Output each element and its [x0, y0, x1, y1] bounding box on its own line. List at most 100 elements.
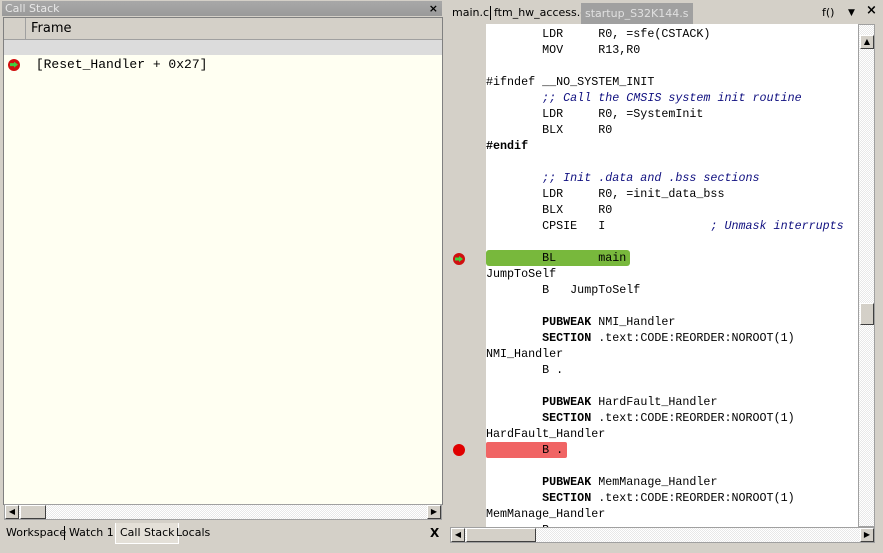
- tab-startup-s32k144-s[interactable]: startup_S32K144.s: [581, 3, 693, 25]
- code-text: LDR R0, =init_data_bss: [486, 187, 725, 201]
- tab-workspace[interactable]: Workspace: [6, 526, 66, 540]
- code-line[interactable]: [486, 458, 844, 474]
- comment: ;; Init .data and .bss sections: [542, 171, 760, 185]
- tab-ftm-hw-access-c[interactable]: ftm_hw_access.c: [490, 6, 586, 20]
- keyword: PUBWEAK: [542, 395, 592, 409]
- tab-watch-1[interactable]: Watch 1: [64, 526, 114, 540]
- code-line[interactable]: CPSIE I ; Unmask interrupts: [486, 218, 844, 234]
- code-text: CPSIE I: [486, 219, 711, 233]
- code-line[interactable]: JumpToSelf: [486, 266, 844, 282]
- code-line[interactable]: [486, 378, 844, 394]
- code-line[interactable]: NMI_Handler: [486, 346, 844, 362]
- code-text: JumpToSelf: [486, 267, 557, 281]
- code-line[interactable]: MemManage_Handler: [486, 506, 844, 522]
- tab-main-c[interactable]: main.c: [452, 6, 489, 20]
- close-icon[interactable]: X: [430, 526, 439, 540]
- horizontal-scrollbar[interactable]: ◀ ▶: [4, 504, 442, 520]
- scroll-thumb[interactable]: [860, 303, 874, 325]
- close-icon[interactable]: ×: [866, 4, 877, 18]
- code-line[interactable]: LDR R0, =init_data_bss: [486, 186, 844, 202]
- code-text: NMI_Handler: [486, 347, 564, 361]
- code-line[interactable]: [486, 234, 844, 250]
- code-line[interactable]: #endif: [486, 138, 844, 154]
- chevron-down-icon[interactable]: ▼: [848, 6, 855, 20]
- keyword: PUBWEAK: [542, 315, 592, 329]
- scroll-left-button[interactable]: ◀: [5, 505, 19, 519]
- scroll-left-button[interactable]: ◀: [451, 528, 465, 542]
- code-line[interactable]: BLX R0: [486, 122, 844, 138]
- current-statement-highlight: BL main: [486, 250, 631, 266]
- code-line[interactable]: [486, 154, 844, 170]
- editor-tabs: main.c ftm_hw_access.c startup_S32K144.s…: [448, 3, 883, 25]
- frame-label: [Reset_Handler + 0x27]: [35, 57, 208, 72]
- editor-gutter[interactable]: [450, 24, 486, 527]
- code-line[interactable]: [486, 58, 844, 74]
- scroll-thumb[interactable]: [466, 528, 536, 542]
- code-line[interactable]: BL main: [486, 250, 844, 266]
- keyword: PUBWEAK: [542, 475, 592, 489]
- column-frame[interactable]: Frame: [31, 21, 72, 36]
- code-line[interactable]: SECTION .text:CODE:REORDER:NOROOT(1): [486, 490, 844, 506]
- comment: ;; Call the CMSIS system init routine: [542, 91, 802, 105]
- code-text: MOV R13,R0: [486, 43, 641, 57]
- stack-frame-row[interactable]: [Reset_Handler + 0x27]: [8, 57, 207, 72]
- code-text: LDR R0, =sfe(CSTACK): [486, 27, 711, 41]
- call-stack-titlebar: Call Stack ×: [2, 1, 442, 16]
- tab-call-stack[interactable]: Call Stack: [115, 523, 180, 544]
- scroll-right-button[interactable]: ▶: [427, 505, 441, 519]
- code-line[interactable]: ;; Call the CMSIS system init routine: [486, 90, 844, 106]
- code-line[interactable]: HardFault_Handler: [486, 426, 844, 442]
- code-text: B JumpToSelf: [486, 283, 641, 297]
- call-stack-pane: Call Stack × Frame [Reset_Handler + 0x27…: [0, 0, 443, 548]
- code-line[interactable]: PUBWEAK HardFault_Handler: [486, 394, 844, 410]
- code-line[interactable]: BLX R0: [486, 202, 844, 218]
- code-line[interactable]: [486, 298, 844, 314]
- code-line[interactable]: PUBWEAK MemManage_Handler: [486, 474, 844, 490]
- scroll-right-button[interactable]: ▶: [860, 528, 874, 542]
- code-text: BLX R0: [486, 203, 613, 217]
- code-line[interactable]: LDR R0, =SystemInit: [486, 106, 844, 122]
- breakpoint-icon[interactable]: [453, 444, 465, 456]
- code-text: B .: [486, 363, 564, 377]
- code-line[interactable]: PUBWEAK NMI_Handler: [486, 314, 844, 330]
- function-list-button[interactable]: f(): [822, 6, 834, 20]
- code-line[interactable]: B JumpToSelf: [486, 282, 844, 298]
- code-line[interactable]: SECTION .text:CODE:REORDER:NOROOT(1): [486, 410, 844, 426]
- bottom-tabs: Workspace Watch 1 Call Stack Locals X: [2, 523, 442, 544]
- code-line[interactable]: #ifndef __NO_SYSTEM_INIT: [486, 74, 844, 90]
- header-band: [4, 40, 442, 55]
- editor-pane: main.c ftm_hw_access.c startup_S32K144.s…: [448, 0, 883, 548]
- code-text: HardFault_Handler: [591, 395, 718, 409]
- code-line[interactable]: ;; Init .data and .bss sections: [486, 170, 844, 186]
- code-view[interactable]: LDR R0, =sfe(CSTACK) MOV R13,R0 #ifndef _…: [486, 24, 858, 527]
- code-text: .text:CODE:REORDER:NOROOT(1): [591, 411, 795, 425]
- vertical-scrollbar[interactable]: ▲: [858, 24, 875, 527]
- call-stack-list: Frame [Reset_Handler + 0x27] ◀ ▶: [3, 17, 443, 520]
- tab-locals[interactable]: Locals: [176, 526, 210, 540]
- scroll-thumb[interactable]: [20, 505, 46, 519]
- horizontal-scrollbar[interactable]: ◀ ▶: [450, 527, 875, 543]
- code-line[interactable]: B .: [486, 362, 844, 378]
- close-icon[interactable]: ×: [426, 1, 438, 16]
- keyword: SECTION: [542, 331, 592, 345]
- code-line[interactable]: SECTION .text:CODE:REORDER:NOROOT(1): [486, 330, 844, 346]
- code-line[interactable]: MOV R13,R0: [486, 42, 844, 58]
- current-pc-arrow-icon: [8, 58, 20, 71]
- keyword: SECTION: [542, 491, 592, 505]
- code-text: .text:CODE:REORDER:NOROOT(1): [591, 331, 795, 345]
- scroll-up-button[interactable]: ▲: [860, 35, 874, 49]
- code-line[interactable]: B .: [486, 442, 844, 458]
- column-header: Frame: [4, 18, 442, 40]
- code-text: .text:CODE:REORDER:NOROOT(1): [591, 491, 795, 505]
- comment: ; Unmask interrupts: [710, 219, 844, 233]
- code-text: NMI_Handler: [591, 315, 676, 329]
- code-line[interactable]: LDR R0, =sfe(CSTACK): [486, 26, 844, 42]
- pane-title: Call Stack: [5, 2, 60, 15]
- code-text: LDR R0, =SystemInit: [486, 107, 704, 121]
